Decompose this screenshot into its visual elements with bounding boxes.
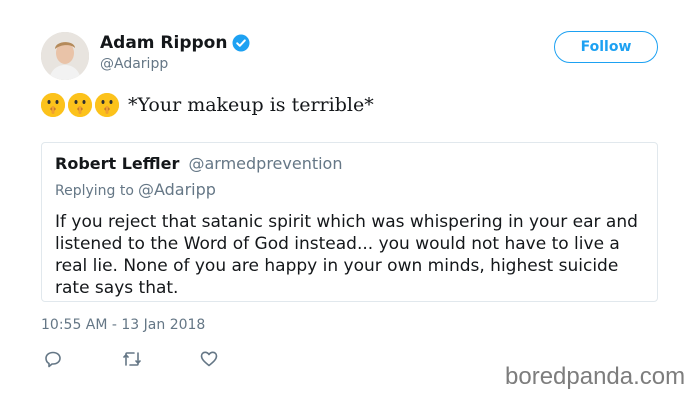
tweet-timestamp[interactable]: 10:55 AM - 13 Jan 2018 bbox=[41, 317, 205, 333]
quoted-tweet-text: If you reject that satanic spirit which … bbox=[55, 212, 638, 298]
tweet-body: *Your makeup is terrible* bbox=[128, 94, 374, 116]
retweet-icon[interactable] bbox=[122, 350, 141, 368]
shushing-face-emoji-icon bbox=[95, 93, 119, 117]
shushing-face-emoji-icon bbox=[41, 93, 65, 117]
author-name[interactable]: Adam Rippon bbox=[100, 33, 227, 53]
like-icon[interactable] bbox=[200, 350, 218, 368]
reply-icon[interactable] bbox=[44, 350, 62, 368]
watermark: boredpanda.com bbox=[505, 363, 686, 390]
quoted-author-name[interactable]: Robert Leffler bbox=[55, 154, 179, 173]
avatar[interactable] bbox=[41, 32, 89, 80]
tweet-text: *Your makeup is terrible* bbox=[41, 93, 374, 117]
follow-button[interactable]: Follow bbox=[554, 31, 658, 63]
replying-to-prefix: Replying to bbox=[55, 183, 134, 199]
emoji-group bbox=[41, 93, 122, 117]
shushing-face-emoji-icon bbox=[68, 93, 92, 117]
author-handle[interactable]: @Adaripp bbox=[100, 56, 168, 72]
replying-to: Replying to @Adaripp bbox=[55, 180, 216, 199]
verified-badge-icon bbox=[232, 34, 250, 52]
quoted-author-handle[interactable]: @armedprevention bbox=[188, 154, 342, 173]
quoted-tweet[interactable]: Robert Leffler @armedprevention Replying… bbox=[41, 142, 658, 302]
replying-to-handle[interactable]: @Adaripp bbox=[138, 180, 216, 199]
author-row: Adam Rippon bbox=[100, 33, 250, 53]
quoted-author: Robert Leffler @armedprevention bbox=[55, 154, 342, 173]
tweet-actions bbox=[44, 350, 278, 368]
